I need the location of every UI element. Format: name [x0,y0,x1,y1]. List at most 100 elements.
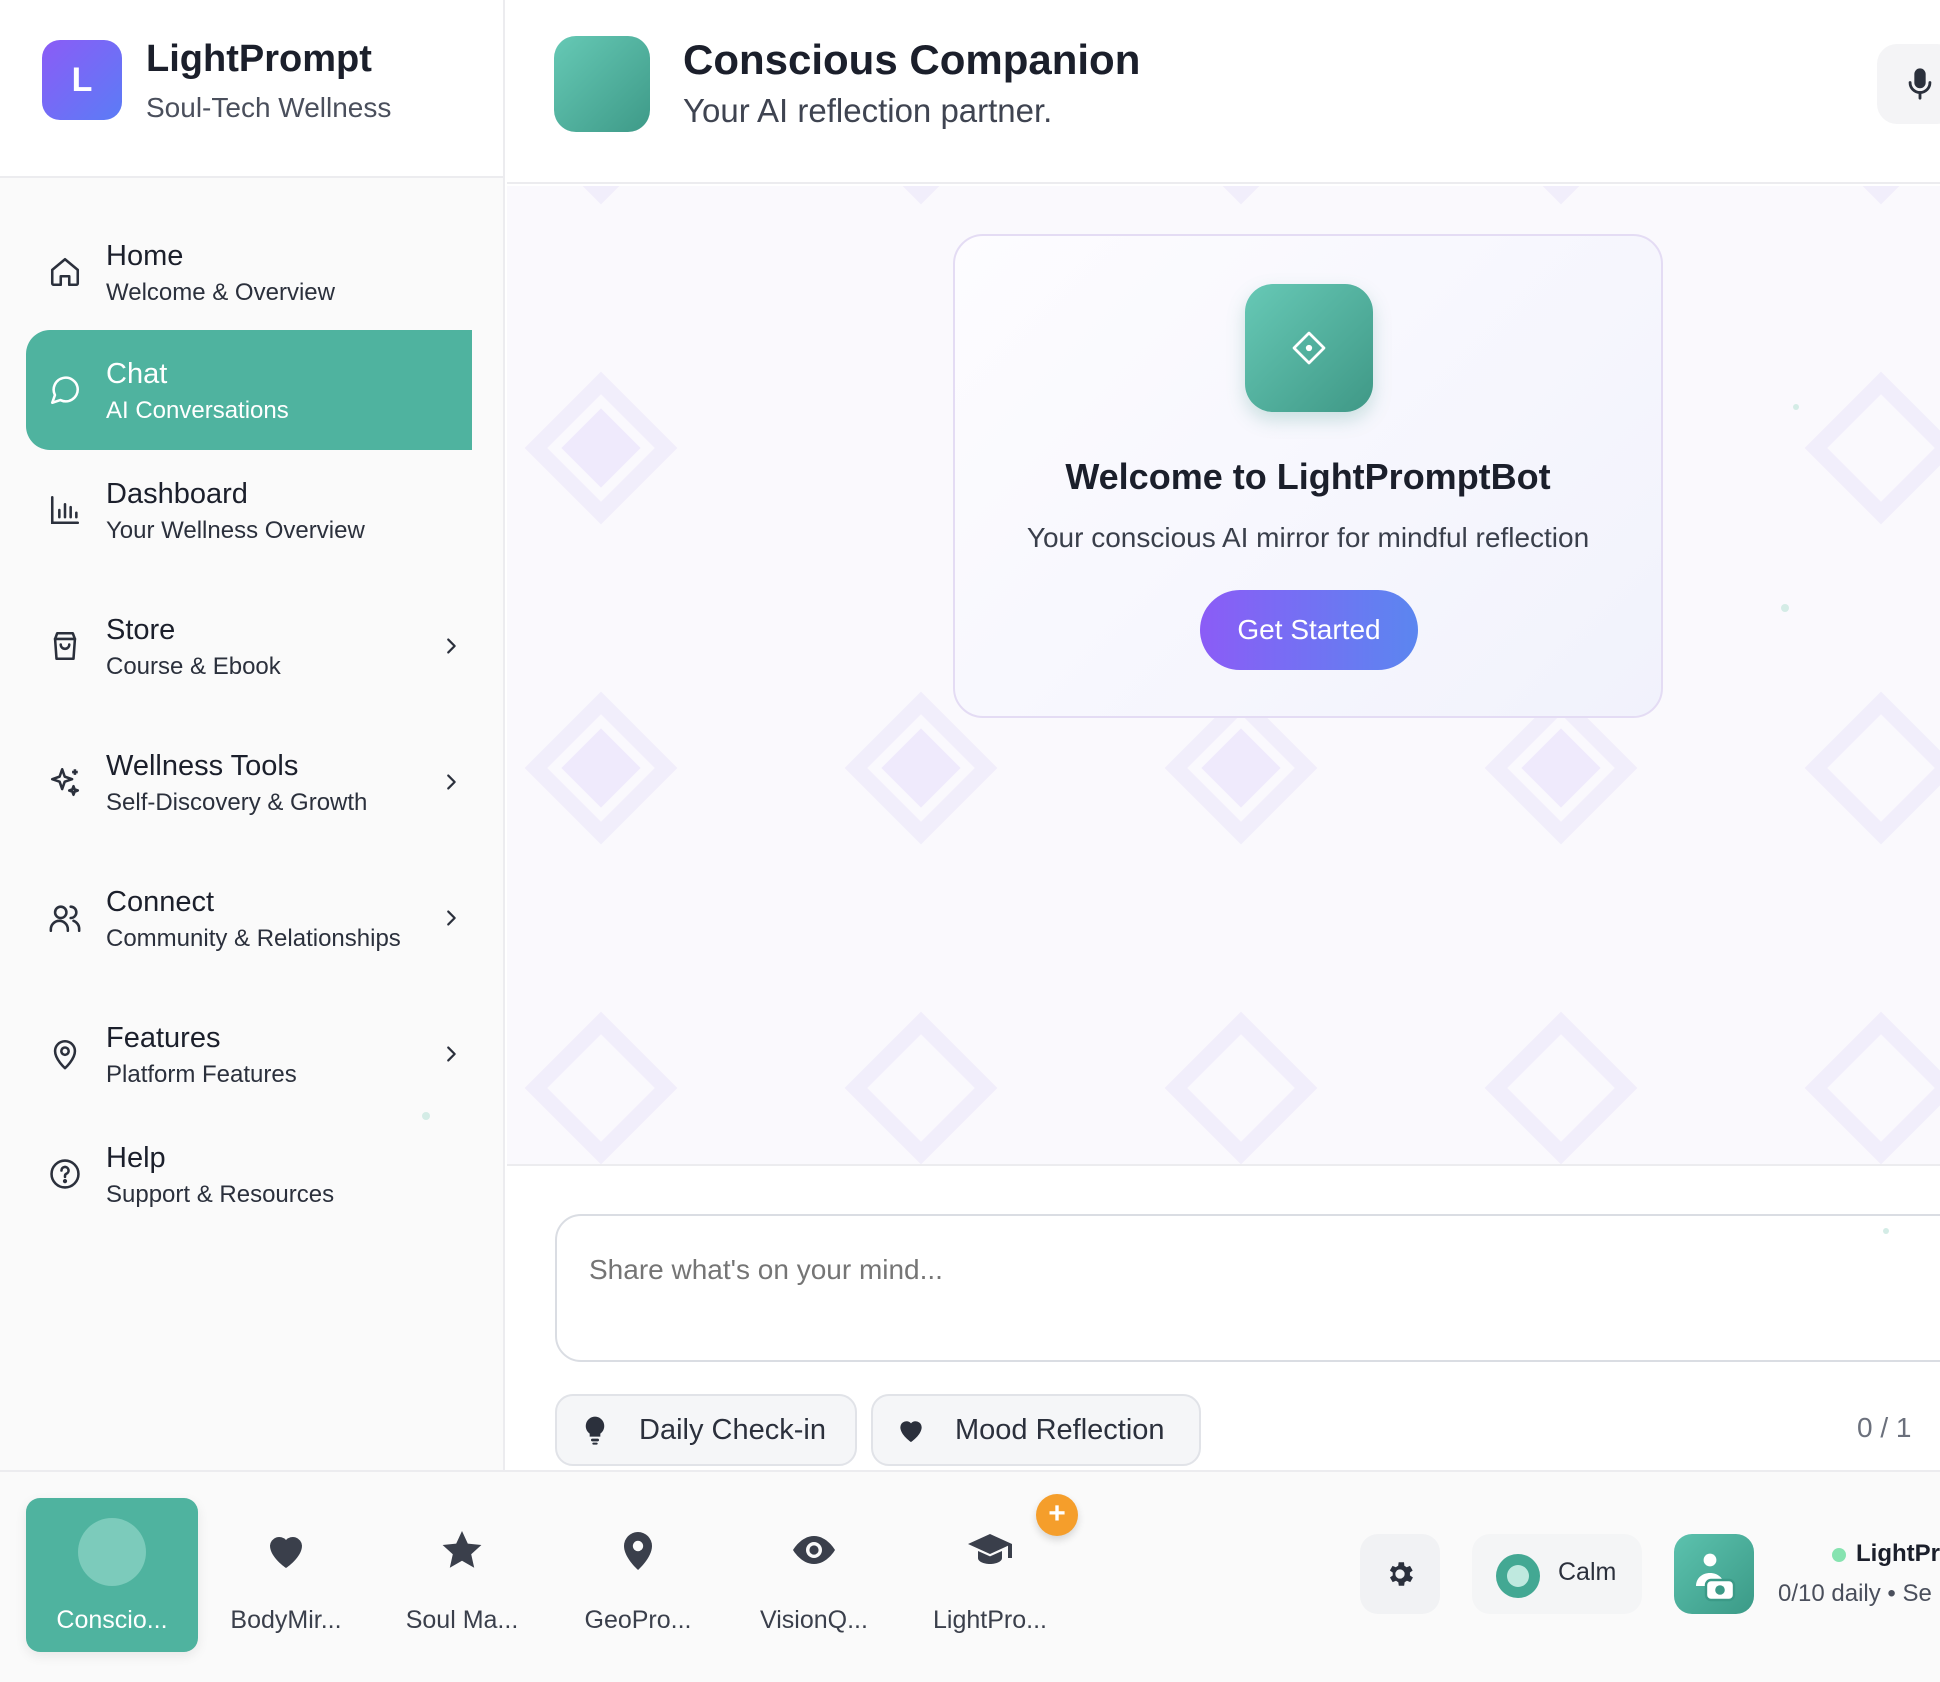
mood-indicator [1496,1554,1540,1598]
page-title: Conscious Companion [683,36,1141,83]
sidebar-item-title: Chat [106,358,168,390]
dock-app-conscious-companion[interactable]: Conscio... [26,1498,198,1652]
brand-name: LightPrompt [146,38,372,80]
eye-icon [793,1536,835,1564]
decorative-dot [1793,404,1799,410]
chip-label: Daily Check-in [639,1413,826,1446]
welcome-title: Welcome to LightPromptBot [1065,456,1551,497]
user-name: LightPro [1856,1540,1940,1567]
sidebar-item-chat[interactable]: Chat AI Conversations [26,330,472,450]
dock-app-label: VisionQ... [760,1606,868,1634]
sidebar-item-features[interactable]: Features Platform Features [26,994,472,1114]
voice-input-button[interactable] [1877,44,1940,124]
sparkles-icon [50,767,80,797]
background-pattern [1804,1011,1940,1164]
background-pattern [524,186,678,205]
background-pattern [1484,1011,1638,1164]
lightbulb-icon [585,1416,605,1445]
decorative-dot [422,1112,430,1120]
sidebar-item-subtitle: Self-Discovery & Growth [106,789,368,816]
page-subtitle: Your AI reflection partner. [683,92,1053,129]
character-counter: 0 / 1 [1857,1412,1912,1443]
sidebar-item-title: Dashboard [106,478,248,510]
users-icon [49,905,81,933]
heart-icon [270,1536,302,1568]
sidebar-item-subtitle: Platform Features [106,1061,297,1088]
chevron-right-icon[interactable] [440,771,462,793]
chevron-right-icon[interactable] [440,1043,462,1065]
dock-app-label: LightPro... [933,1606,1047,1634]
background-pattern [844,1011,998,1164]
bar-chart-icon [50,495,80,525]
sidebar-item-title: Connect [106,886,215,918]
daily-check-in-chip[interactable]: Daily Check-in [555,1394,857,1466]
sidebar-item-wellness-tools[interactable]: Wellness Tools Self-Discovery & Growth [26,722,472,842]
companion-avatar [554,36,650,132]
user-camera-icon [1696,1553,1736,1602]
home-icon [50,257,80,287]
heart-icon [900,1421,922,1442]
sidebar-item-title: Wellness Tools [106,750,299,782]
brand-logo[interactable]: L [42,40,122,120]
brand-tagline: Soul-Tech Wellness [146,92,392,123]
welcome-subtitle: Your conscious AI mirror for mindful ref… [1026,522,1590,553]
background-pattern [1804,371,1940,525]
chevron-right-icon[interactable] [440,635,462,657]
star-icon [442,1531,482,1568]
dock-app-label: BodyMir... [230,1606,342,1634]
decorative-dot [1781,604,1789,612]
sidebar-item-title: Store [106,614,176,646]
sidebar-item-title: Features [106,1022,221,1054]
background-pattern [1804,186,1940,205]
dock-app-soul-map[interactable]: Soul Ma... [376,1498,548,1652]
avatar-icon [78,1518,146,1586]
dock-app-label: GeoPro... [584,1606,692,1634]
dock-app-label: Conscio... [56,1606,168,1634]
gear-icon [1389,1562,1413,1586]
sidebar-item-connect[interactable]: Connect Community & Relationships [26,858,472,978]
chat-bubble-icon [50,376,80,405]
app-dock: Conscio... BodyMir... Soul Ma... GeoPro.… [0,1470,1940,1682]
mood-reflection-chip[interactable]: Mood Reflection [871,1394,1201,1466]
shopping-bag-icon [53,631,77,661]
get-started-button[interactable]: Get Started [1200,590,1418,670]
sidebar-item-title: Help [106,1142,166,1174]
message-input[interactable] [555,1214,1940,1362]
graduation-cap-icon [968,1534,1012,1564]
user-avatar[interactable] [1674,1534,1754,1614]
map-pin-icon [53,1039,77,1070]
sidebar-item-home[interactable]: Home Welcome & Overview [26,212,472,332]
sidebar-item-subtitle: AI Conversations [106,397,289,424]
sidebar: L LightPrompt Soul-Tech Wellness Home We… [0,0,505,1470]
sidebar-item-subtitle: Your Wellness Overview [106,517,365,544]
background-pattern [1164,186,1318,205]
settings-button[interactable] [1360,1534,1440,1614]
dock-app-label: Soul Ma... [405,1606,519,1634]
chat-header: Conscious Companion Your AI reflection p… [507,0,1940,184]
sidebar-item-dashboard[interactable]: Dashboard Your Wellness Overview [26,450,472,570]
sidebar-item-subtitle: Support & Resources [106,1181,335,1208]
brand-header: L LightPrompt Soul-Tech Wellness [0,0,503,178]
welcome-card: Welcome to LightPromptBot Your conscious… [953,234,1663,718]
dock-app-visionquest[interactable]: VisionQ... [728,1498,900,1652]
mood-selector[interactable]: Calm [1472,1534,1642,1614]
dock-app-bodymirror[interactable]: BodyMir... [200,1498,372,1652]
sidebar-item-title: Home [106,240,184,272]
mood-label: Calm [1558,1558,1617,1586]
sidebar-item-store[interactable]: Store Course & Ebook [26,586,472,706]
map-pin-icon [624,1532,652,1570]
background-pattern [524,1011,678,1164]
help-circle-icon [50,1159,80,1189]
usage-meta: 0/10 daily • Se [1778,1580,1932,1607]
sidebar-item-help[interactable]: Help Support & Resources [26,1114,472,1234]
background-pattern [1484,186,1638,205]
chip-label: Mood Reflection [955,1413,1165,1446]
dock-app-geoprompt[interactable]: GeoPro... [552,1498,724,1652]
background-pattern [1164,1011,1318,1164]
diamond-icon [1292,331,1326,365]
background-pattern [844,186,998,205]
sidebar-item-subtitle: Community & Relationships [106,925,401,952]
microphone-icon [1908,68,1932,100]
add-badge[interactable]: + [1036,1494,1078,1536]
chevron-right-icon[interactable] [440,907,462,929]
